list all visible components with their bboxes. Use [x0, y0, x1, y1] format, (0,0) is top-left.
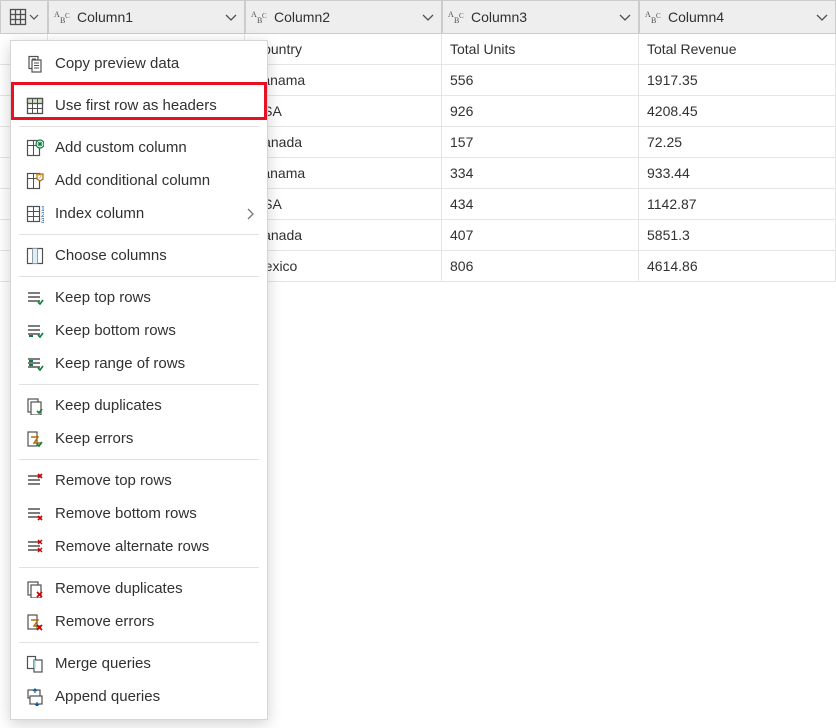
menu-separator: [19, 567, 259, 568]
menu-separator: [19, 276, 259, 277]
cell: Canada: [245, 127, 442, 158]
cell: Total Revenue: [639, 34, 836, 65]
cell: 334: [442, 158, 639, 189]
column-label: Column2: [272, 9, 419, 25]
column-label: Column1: [75, 9, 222, 25]
menu-separator: [19, 459, 259, 460]
menu-index-column[interactable]: Index column: [11, 197, 267, 230]
merge-queries-icon: [23, 654, 47, 674]
menu-separator: [19, 84, 259, 85]
index-column-icon: [23, 204, 47, 224]
menu-choose-columns[interactable]: Choose columns: [11, 239, 267, 272]
table-context-menu: Copy preview data Use first row as heade…: [10, 40, 268, 720]
cell: 1917.35: [639, 65, 836, 96]
menu-append-queries[interactable]: Append queries: [11, 680, 267, 713]
menu-remove-duplicates[interactable]: Remove duplicates: [11, 572, 267, 605]
menu-remove-bottom-rows[interactable]: Remove bottom rows: [11, 497, 267, 530]
cell: 933.44: [639, 158, 836, 189]
menu-remove-alternate-rows[interactable]: Remove alternate rows: [11, 530, 267, 563]
menu-separator: [19, 126, 259, 127]
choose-columns-icon: [23, 246, 47, 266]
cell: 72.25: [639, 127, 836, 158]
menu-keep-top-rows[interactable]: Keep top rows: [11, 281, 267, 314]
menu-separator: [19, 642, 259, 643]
cell: 556: [442, 65, 639, 96]
keep-top-rows-icon: [23, 288, 47, 308]
filter-dropdown-icon[interactable]: [222, 8, 240, 26]
cell: Canada: [245, 220, 442, 251]
cell: 1142.87: [639, 189, 836, 220]
conditional-column-icon: [23, 171, 47, 191]
keep-duplicates-icon: [23, 396, 47, 416]
keep-range-rows-icon: [23, 354, 47, 374]
filter-dropdown-icon[interactable]: [813, 8, 831, 26]
menu-keep-bottom-rows[interactable]: Keep bottom rows: [11, 314, 267, 347]
menu-separator: [19, 234, 259, 235]
menu-keep-range-rows[interactable]: Keep range of rows: [11, 347, 267, 380]
table-corner-button[interactable]: [0, 0, 48, 34]
column-label: Column3: [469, 9, 616, 25]
type-icon: [53, 8, 75, 26]
keep-bottom-rows-icon: [23, 321, 47, 341]
append-queries-icon: [23, 687, 47, 707]
type-icon: [644, 8, 666, 26]
remove-bottom-rows-icon: [23, 504, 47, 524]
cell: 806: [442, 251, 639, 282]
menu-keep-errors[interactable]: Keep errors: [11, 422, 267, 455]
copy-icon: [23, 54, 47, 74]
column-label: Column4: [666, 9, 813, 25]
cell: Total Units: [442, 34, 639, 65]
cell: 4614.86: [639, 251, 836, 282]
keep-errors-icon: [23, 429, 47, 449]
cell: Mexico: [245, 251, 442, 282]
cell: Country: [245, 34, 442, 65]
menu-merge-queries[interactable]: Merge queries: [11, 647, 267, 680]
remove-alternate-rows-icon: [23, 537, 47, 557]
first-row-headers-icon: [23, 96, 47, 116]
cell: Panama: [245, 158, 442, 189]
chevron-right-icon: [243, 207, 257, 221]
menu-remove-errors[interactable]: Remove errors: [11, 605, 267, 638]
custom-column-icon: [23, 138, 47, 158]
remove-errors-icon: [23, 612, 47, 632]
cell: USA: [245, 189, 442, 220]
filter-dropdown-icon[interactable]: [616, 8, 634, 26]
type-icon: [447, 8, 469, 26]
remove-top-rows-icon: [23, 471, 47, 491]
cell: 434: [442, 189, 639, 220]
cell: Panama: [245, 65, 442, 96]
menu-copy-preview[interactable]: Copy preview data: [11, 47, 267, 80]
menu-remove-top-rows[interactable]: Remove top rows: [11, 464, 267, 497]
column-header-1[interactable]: Column1: [48, 0, 245, 34]
column-header-3[interactable]: Column3: [442, 0, 639, 34]
header-row: Column1 Column2 Column3 Column4: [0, 0, 836, 34]
menu-use-first-row[interactable]: Use first row as headers: [11, 89, 267, 122]
type-icon: [250, 8, 272, 26]
cell: 407: [442, 220, 639, 251]
menu-add-conditional-column[interactable]: Add conditional column: [11, 164, 267, 197]
column-header-4[interactable]: Column4: [639, 0, 836, 34]
cell: USA: [245, 96, 442, 127]
cell: 5851.3: [639, 220, 836, 251]
filter-dropdown-icon[interactable]: [419, 8, 437, 26]
menu-separator: [19, 384, 259, 385]
cell: 4208.45: [639, 96, 836, 127]
cell: 926: [442, 96, 639, 127]
menu-keep-duplicates[interactable]: Keep duplicates: [11, 389, 267, 422]
menu-add-custom-column[interactable]: Add custom column: [11, 131, 267, 164]
column-header-2[interactable]: Column2: [245, 0, 442, 34]
cell: 157: [442, 127, 639, 158]
remove-duplicates-icon: [23, 579, 47, 599]
